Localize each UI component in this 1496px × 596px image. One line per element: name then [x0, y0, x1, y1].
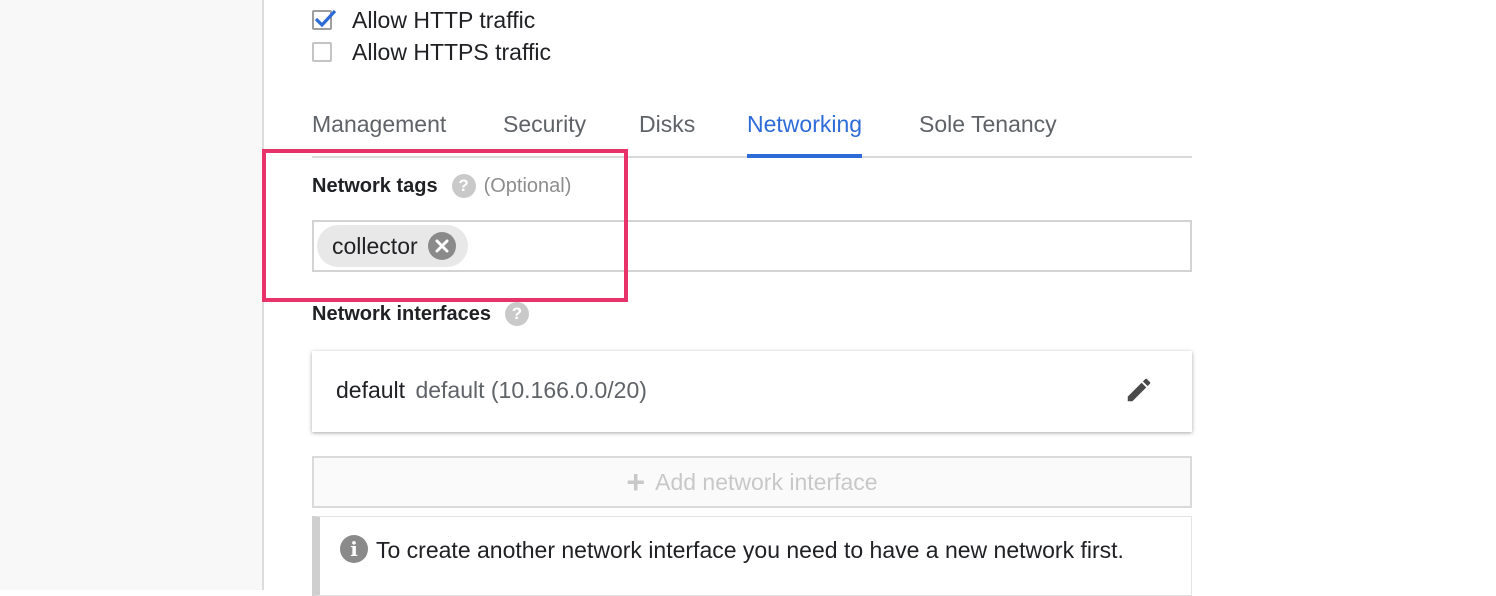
info-message: i To create another network interface yo…	[312, 516, 1192, 596]
network-interface-summary: default default (10.166.0.0/20)	[336, 377, 647, 404]
help-icon[interactable]: ?	[504, 302, 529, 326]
check-icon	[314, 9, 337, 28]
tab-networking[interactable]: Networking	[747, 104, 863, 158]
add-network-interface-label: Add network interface	[655, 468, 878, 495]
allow-http-row[interactable]: Allow HTTP traffic	[312, 6, 535, 34]
network-interfaces-heading: Network interfaces ?	[312, 302, 529, 326]
edit-interface-button[interactable]	[1124, 375, 1154, 405]
allow-https-row[interactable]: Allow HTTPS traffic	[312, 38, 551, 66]
allow-https-checkbox[interactable]	[312, 42, 332, 62]
allow-https-label: Allow HTTPS traffic	[352, 38, 551, 65]
info-message-text: To create another network interface you …	[376, 537, 1124, 563]
tab-security[interactable]: Security	[503, 104, 586, 156]
network-interface-detail: default (10.166.0.0/20)	[415, 377, 647, 403]
network-tags-label: Network tags	[312, 174, 438, 197]
tab-management[interactable]: Management	[312, 104, 446, 156]
left-panel	[0, 0, 264, 590]
info-icon: i	[340, 535, 368, 563]
network-interface-name: default	[336, 377, 406, 403]
network-interfaces-label: Network interfaces	[312, 302, 491, 325]
tab-bar: Management Security Disks Networking Sol…	[312, 104, 1192, 158]
remove-tag-button[interactable]	[427, 232, 456, 260]
network-tags-heading: Network tags ? (Optional)	[312, 174, 571, 198]
pencil-icon	[1127, 378, 1151, 402]
network-interface-card[interactable]: default default (10.166.0.0/20)	[312, 351, 1192, 432]
close-icon	[435, 239, 449, 253]
help-icon[interactable]: ?	[451, 174, 476, 198]
tag-chip: collector	[317, 225, 468, 267]
optional-label: (Optional)	[483, 174, 572, 197]
allow-http-label: Allow HTTP traffic	[352, 6, 536, 33]
plus-icon: +	[626, 464, 646, 500]
tab-sole-tenancy[interactable]: Sole Tenancy	[919, 104, 1057, 156]
tag-chip-label: collector	[332, 232, 418, 259]
allow-http-checkbox[interactable]	[312, 9, 337, 30]
network-tags-input[interactable]: collector	[312, 220, 1192, 272]
add-network-interface-button[interactable]: + Add network interface	[312, 456, 1192, 508]
tab-disks[interactable]: Disks	[639, 104, 695, 156]
